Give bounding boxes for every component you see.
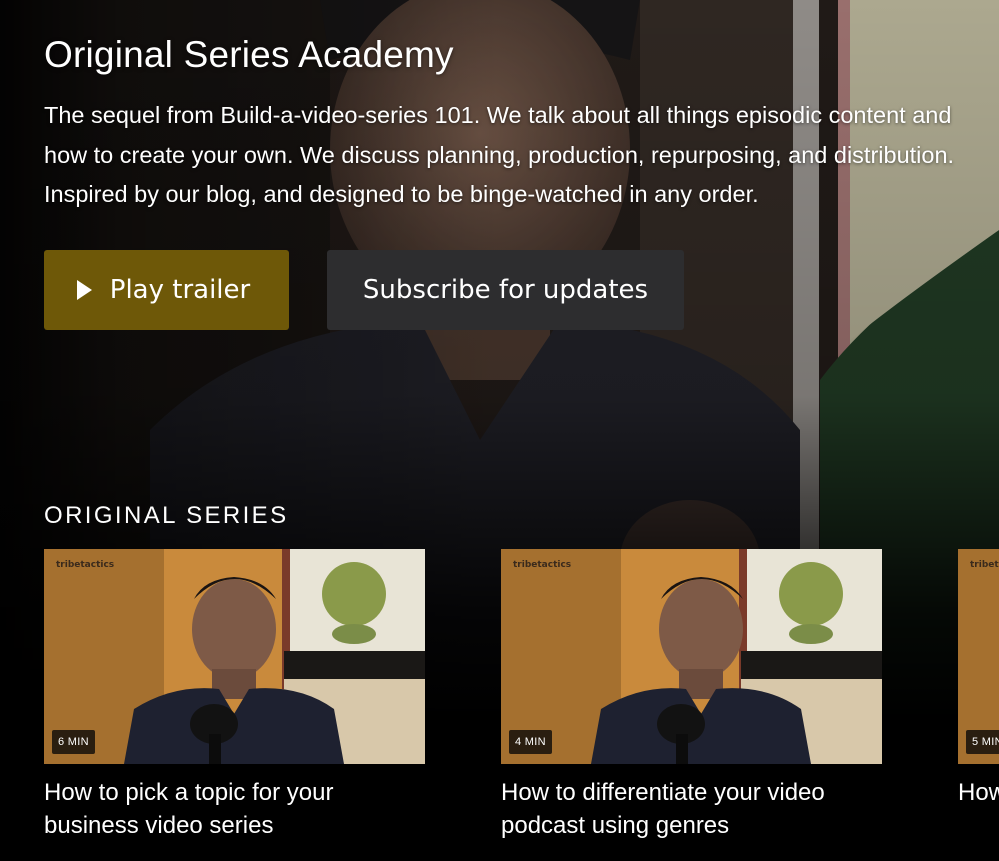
page-title: Original Series Academy	[44, 34, 454, 75]
video-card[interactable]: tribetactics 4 MIN How to differentiate …	[501, 549, 882, 842]
video-title[interactable]: How synd	[958, 776, 999, 809]
duration-badge: 4 MIN	[509, 730, 552, 754]
play-trailer-label: Play trailer	[109, 275, 251, 305]
subscribe-button[interactable]: Subscribe for updates	[327, 250, 684, 330]
series-description: The sequel from Build-a-video-series 101…	[44, 102, 955, 207]
watermark-text: tribetactics	[513, 560, 571, 570]
video-thumbnail[interactable]: tribetactics 6 MIN	[44, 549, 425, 764]
video-title[interactable]: How to pick a topic for your business vi…	[44, 776, 425, 842]
video-thumbnail[interactable]: tribetactics 5 MIN	[958, 549, 999, 764]
subscribe-label: Subscribe for updates	[362, 275, 649, 305]
video-title[interactable]: How to differentiate your video podcast …	[501, 776, 882, 842]
play-icon	[76, 280, 92, 300]
video-card[interactable]: tribetactics 6 MIN How to pick a topic f…	[44, 549, 425, 842]
video-card[interactable]: tribetactics 5 MIN How synd	[958, 549, 999, 809]
duration-badge: 6 MIN	[52, 730, 95, 754]
duration-badge: 5 MIN	[966, 730, 999, 754]
video-thumbnail[interactable]: tribetactics 4 MIN	[501, 549, 882, 764]
watermark-text: tribetactics	[56, 560, 114, 570]
play-trailer-button[interactable]: Play trailer	[44, 250, 289, 330]
section-heading: ORIGINAL SERIES	[44, 502, 289, 529]
watermark-text: tribetactics	[970, 560, 999, 570]
